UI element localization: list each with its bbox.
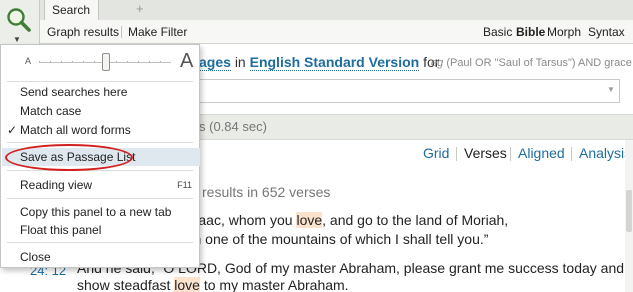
verse-text: show steadfast: [77, 277, 175, 292]
menu-divider: [7, 198, 193, 199]
search-time-label: s (0.84 sec): [199, 119, 267, 134]
menu-item-float-panel[interactable]: Float this panel: [2, 221, 200, 239]
menu-item-label: Reading view: [20, 178, 93, 192]
menu-item-label: Float this panel: [20, 223, 102, 237]
menu-divider: [7, 142, 193, 143]
view-tab-divider: [510, 147, 511, 161]
menu-item-label: Save as Passage List: [20, 150, 136, 164]
search-input[interactable]: [160, 79, 620, 103]
tab-aligned[interactable]: Aligned: [518, 145, 565, 161]
search-panel: ▼ Search + Graph results Make Filter Bas…: [0, 0, 633, 292]
menu-item-copy-panel-to-new-tab[interactable]: Copy this panel to a new tab: [2, 203, 200, 221]
panel-menu: A A Send searches here Match case ✓ Matc…: [0, 44, 200, 268]
scrollbar-thumb[interactable]: [626, 190, 632, 232]
menu-item-label: Match case: [20, 104, 82, 118]
results-count: results in 652 verses: [202, 184, 331, 200]
chevron-down-icon[interactable]: ▼: [13, 36, 21, 44]
add-tab-button[interactable]: +: [136, 1, 144, 16]
menu-item-match-case[interactable]: Match case: [2, 102, 200, 120]
shortcut-label: F11: [177, 180, 192, 190]
verse-line: show steadfast love to my master Abraham…: [77, 277, 349, 292]
menu-item-label: Copy this panel to a new tab: [20, 205, 172, 219]
menu-item-reading-view[interactable]: Reading view F11: [2, 176, 200, 194]
tab-analysis[interactable]: Analysis: [579, 145, 631, 161]
scope-link[interactable]: ages: [199, 54, 231, 71]
menu-item-label: Close: [20, 250, 51, 264]
tab-search-label: Search: [52, 3, 91, 17]
slider-handle[interactable]: [102, 53, 110, 71]
tab-search[interactable]: Search: [44, 0, 100, 20]
query-example-hint: eg (Paul OR "Saul of Tarsus") AND grace: [431, 57, 632, 69]
menu-item-label: Match all word forms: [20, 123, 131, 137]
verse-text: to my master Abraham.: [199, 277, 349, 292]
example-query: (Paul OR "Saul of Tarsus") AND grace: [446, 57, 632, 69]
tab-bar: Search +: [40, 0, 633, 20]
menu-item-label: Send searches here: [20, 85, 128, 99]
menu-divider: [7, 242, 193, 243]
search-icon[interactable]: [6, 7, 32, 33]
verse-text: , and go to the land of Moriah,: [322, 212, 509, 228]
search-hit[interactable]: love: [296, 212, 323, 228]
version-link[interactable]: English Standard Version: [249, 54, 420, 71]
menu-divider: [7, 81, 193, 82]
menu-item-match-all-word-forms[interactable]: ✓ Match all word forms: [2, 121, 200, 139]
results-scrollbar[interactable]: [625, 140, 633, 292]
menu-divider: [7, 170, 193, 171]
menu-item-send-searches-here[interactable]: Send searches here: [2, 83, 200, 101]
search-hit[interactable]: love: [174, 277, 200, 292]
panel-menu-column: ▼: [0, 0, 40, 44]
tab-grid[interactable]: Grid: [423, 145, 449, 161]
in-label: in: [234, 54, 246, 70]
view-tab-divider: [571, 147, 572, 161]
text-size-large-label: A: [180, 50, 194, 72]
mode-bible-tab[interactable]: Bible: [516, 25, 545, 39]
query-description: ages in English Standard Version for: [199, 54, 439, 74]
mode-morph-tab[interactable]: Morph: [547, 25, 581, 39]
make-filter-button[interactable]: Make Filter: [128, 25, 187, 39]
mode-syntax-tab[interactable]: Syntax: [588, 25, 625, 39]
mode-basic-tab[interactable]: Basic: [483, 25, 512, 39]
view-tab-divider: [456, 147, 457, 161]
text-size-slider[interactable]: A A: [1, 45, 199, 79]
menu-item-save-as-passage-list[interactable]: Save as Passage List: [2, 148, 200, 166]
menu-item-close[interactable]: Close: [2, 248, 200, 266]
graph-results-button[interactable]: Graph results: [47, 25, 119, 39]
text-size-small-label: A: [25, 56, 32, 66]
checkmark-icon: ✓: [7, 123, 18, 137]
search-toolbar: Graph results Make Filter Basic Bible Mo…: [40, 20, 633, 44]
toolbar-divider: [121, 26, 122, 38]
example-prefix: eg: [431, 57, 444, 69]
tab-verses[interactable]: Verses: [464, 145, 507, 161]
search-history-dropdown-icon[interactable]: ▼: [607, 85, 615, 94]
